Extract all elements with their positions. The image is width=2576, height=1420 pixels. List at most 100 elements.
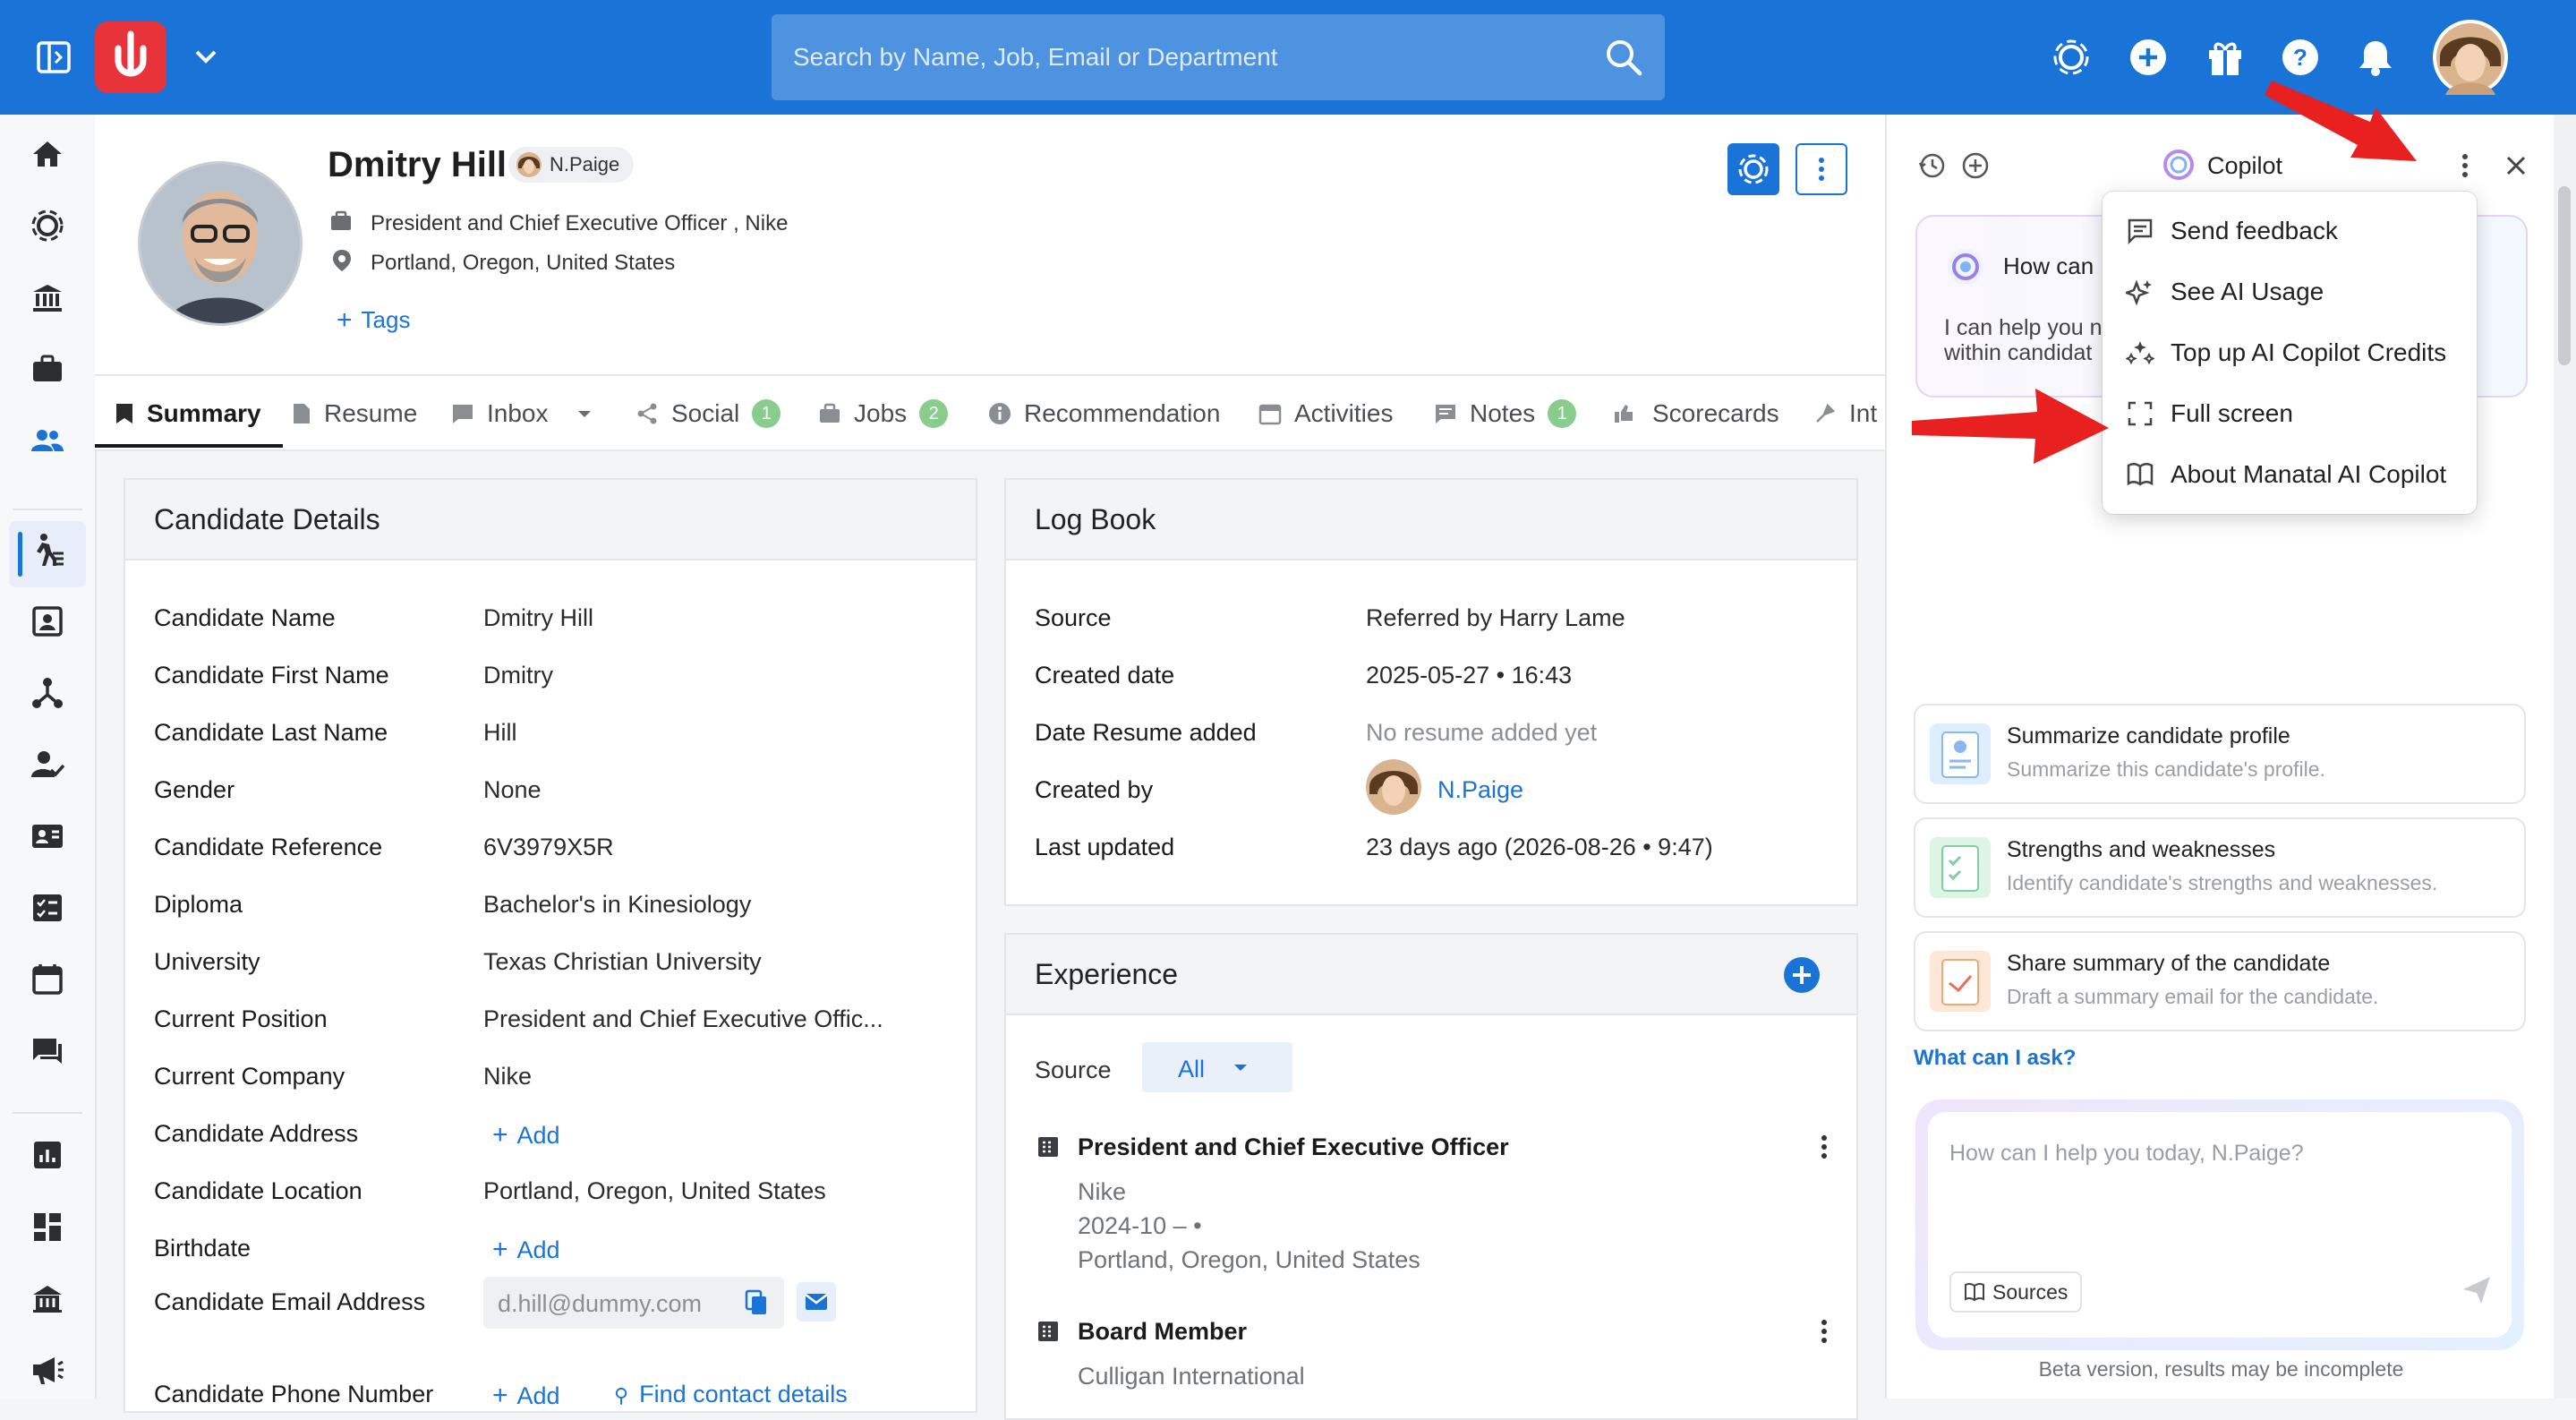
email-draft-icon	[1930, 951, 1991, 1012]
detail-label: Candidate Email Address	[154, 1288, 426, 1315]
menu-item-full-screen[interactable]: Full screen	[2103, 383, 2477, 444]
send-icon[interactable]	[2460, 1273, 2494, 1307]
add-address-button[interactable]: + Add	[492, 1120, 560, 1151]
left-sidebar	[0, 115, 97, 1399]
detail-value[interactable]: Nike	[483, 1063, 532, 1091]
send-email-button[interactable]	[797, 1282, 836, 1322]
detail-value[interactable]: Dmitry Hill	[483, 604, 593, 632]
detail-label: Current Position	[154, 1005, 328, 1032]
suggestion-share-summary[interactable]: Share summary of the candidate Draft a s…	[1914, 931, 2526, 1031]
kebab-icon[interactable]	[1817, 1133, 1831, 1160]
add-experience-button[interactable]	[1783, 956, 1821, 994]
search-icon[interactable]	[1604, 38, 1643, 77]
kebab-icon[interactable]	[1817, 1318, 1831, 1345]
detail-value[interactable]: Bachelor's in Kinesiology	[483, 891, 751, 919]
logbook-value: No resume added yet	[1366, 719, 1598, 746]
add-birthdate-button[interactable]: + Add	[492, 1235, 560, 1265]
close-icon[interactable]	[2503, 152, 2529, 179]
detail-value[interactable]: Texas Christian University	[483, 948, 762, 976]
tab-scorecards[interactable]: Scorecards	[1613, 399, 1779, 428]
suggestion-strengths[interactable]: Strengths and weaknesses Identify candid…	[1914, 817, 2526, 918]
scrollbar-thumb[interactable]	[2558, 186, 2571, 365]
briefcase-icon[interactable]	[30, 351, 65, 387]
copilot-button[interactable]	[1727, 143, 1779, 195]
contact-card-icon[interactable]	[30, 603, 65, 639]
new-chat-icon[interactable]	[1960, 150, 1991, 181]
company-icon[interactable]	[30, 1280, 65, 1316]
logbook-label: Source	[1035, 604, 1112, 631]
annotation-arrow-icon	[1912, 389, 2109, 464]
suggestion-desc: Identify candidate's strengths and weakn…	[2007, 871, 2438, 894]
tab-social[interactable]: Social 1	[635, 399, 781, 428]
detail-label: Candidate Address	[154, 1120, 359, 1147]
bank-icon[interactable]	[30, 279, 65, 315]
sources-button[interactable]: Sources	[1949, 1271, 2083, 1313]
org-tree-icon[interactable]	[30, 675, 65, 711]
home-icon[interactable]	[30, 136, 65, 172]
kebab-icon[interactable]	[2456, 150, 2474, 181]
menu-item-see-ai-usage[interactable]: See AI Usage	[2103, 261, 2477, 322]
menu-item-about-copilot[interactable]: About Manatal AI Copilot	[2103, 444, 2477, 505]
source-filter-select[interactable]: All	[1142, 1042, 1292, 1092]
task-list-icon[interactable]	[30, 890, 65, 926]
briefcase-icon	[329, 210, 353, 233]
tab-summary[interactable]: Summary	[115, 399, 261, 428]
chat-icon[interactable]	[30, 1033, 65, 1069]
detail-label: Candidate Last Name	[154, 719, 388, 746]
copy-icon[interactable]	[743, 1289, 770, 1316]
info-icon	[989, 403, 1011, 424]
tab-recommendation[interactable]: Recommendation	[988, 399, 1220, 428]
detail-value[interactable]: Hill	[483, 719, 517, 747]
hiring-icon[interactable]	[30, 532, 65, 568]
sidebar-toggle-icon[interactable]	[36, 39, 72, 75]
copilot-nav-icon[interactable]	[30, 208, 65, 244]
contacts-icon[interactable]	[30, 818, 65, 854]
plus-icon: +	[492, 1235, 508, 1264]
tab-activities[interactable]: Activities	[1258, 399, 1393, 428]
calendar-icon[interactable]	[30, 962, 65, 997]
tab-interviews[interactable]: Int	[1813, 399, 1877, 428]
megaphone-icon[interactable]	[30, 1352, 65, 1388]
detail-value[interactable]: 6V3979X5R	[483, 834, 614, 861]
tab-inbox[interactable]: Inbox	[451, 399, 593, 428]
copilot-logo-icon	[2163, 150, 2194, 180]
more-options-button[interactable]	[1796, 143, 1847, 195]
candidate-name: Dmitry Hill	[328, 145, 508, 184]
briefcase-icon	[820, 403, 840, 423]
owner-badge[interactable]: N.Paige	[508, 147, 635, 183]
add-tags-button[interactable]: + Tags	[337, 306, 410, 334]
user-check-icon[interactable]	[30, 747, 65, 783]
detail-value[interactable]: President and Chief Executive Offic...	[483, 1005, 883, 1033]
suggestion-summarize[interactable]: Summarize candidate profile Summarize th…	[1914, 704, 2526, 804]
detail-value[interactable]: Portland, Oregon, United States	[483, 1177, 826, 1205]
candidates-icon[interactable]	[30, 423, 65, 458]
menu-item-top-up-credits[interactable]: Top up AI Copilot Credits	[2103, 322, 2477, 383]
chat-input[interactable]: How can I help you today, N.Paige? Sourc…	[1928, 1112, 2512, 1338]
search-icon: ⚲	[614, 1384, 629, 1407]
chevron-down-icon[interactable]	[192, 45, 220, 70]
detail-label: University	[154, 948, 260, 975]
creator-link[interactable]: N.Paige	[1437, 776, 1523, 804]
add-circle-icon[interactable]	[2128, 38, 2168, 77]
search-bar[interactable]: Search by Name, Job, Email or Department	[772, 14, 1665, 100]
user-avatar[interactable]	[2433, 20, 2508, 95]
add-phone-button[interactable]: + Add	[492, 1381, 560, 1411]
tab-resume[interactable]: Resume	[292, 399, 417, 428]
history-icon[interactable]	[1917, 150, 1948, 181]
detail-value[interactable]: Dmitry	[483, 662, 553, 689]
reports-icon[interactable]	[30, 1137, 65, 1173]
app-logo[interactable]	[95, 21, 166, 93]
tab-notes[interactable]: Notes 1	[1434, 399, 1577, 428]
menu-item-send-feedback[interactable]: Send feedback	[2103, 201, 2477, 261]
gift-icon[interactable]	[2205, 38, 2245, 77]
caret-down-icon[interactable]	[576, 405, 593, 423]
dashboard-icon[interactable]	[30, 1209, 65, 1245]
candidate-photo[interactable]	[138, 161, 303, 326]
tab-jobs[interactable]: Jobs 2	[818, 399, 949, 428]
copilot-icon[interactable]	[2051, 38, 2091, 77]
find-contact-details-link[interactable]: ⚲ Find contact details	[614, 1381, 848, 1408]
email-field[interactable]: d.hill@dummy.com	[483, 1277, 784, 1329]
search-input[interactable]: Search by Name, Job, Email or Department	[793, 43, 1278, 72]
what-can-i-ask-link[interactable]: What can I ask?	[1914, 1046, 2076, 1071]
detail-value[interactable]: None	[483, 776, 542, 804]
